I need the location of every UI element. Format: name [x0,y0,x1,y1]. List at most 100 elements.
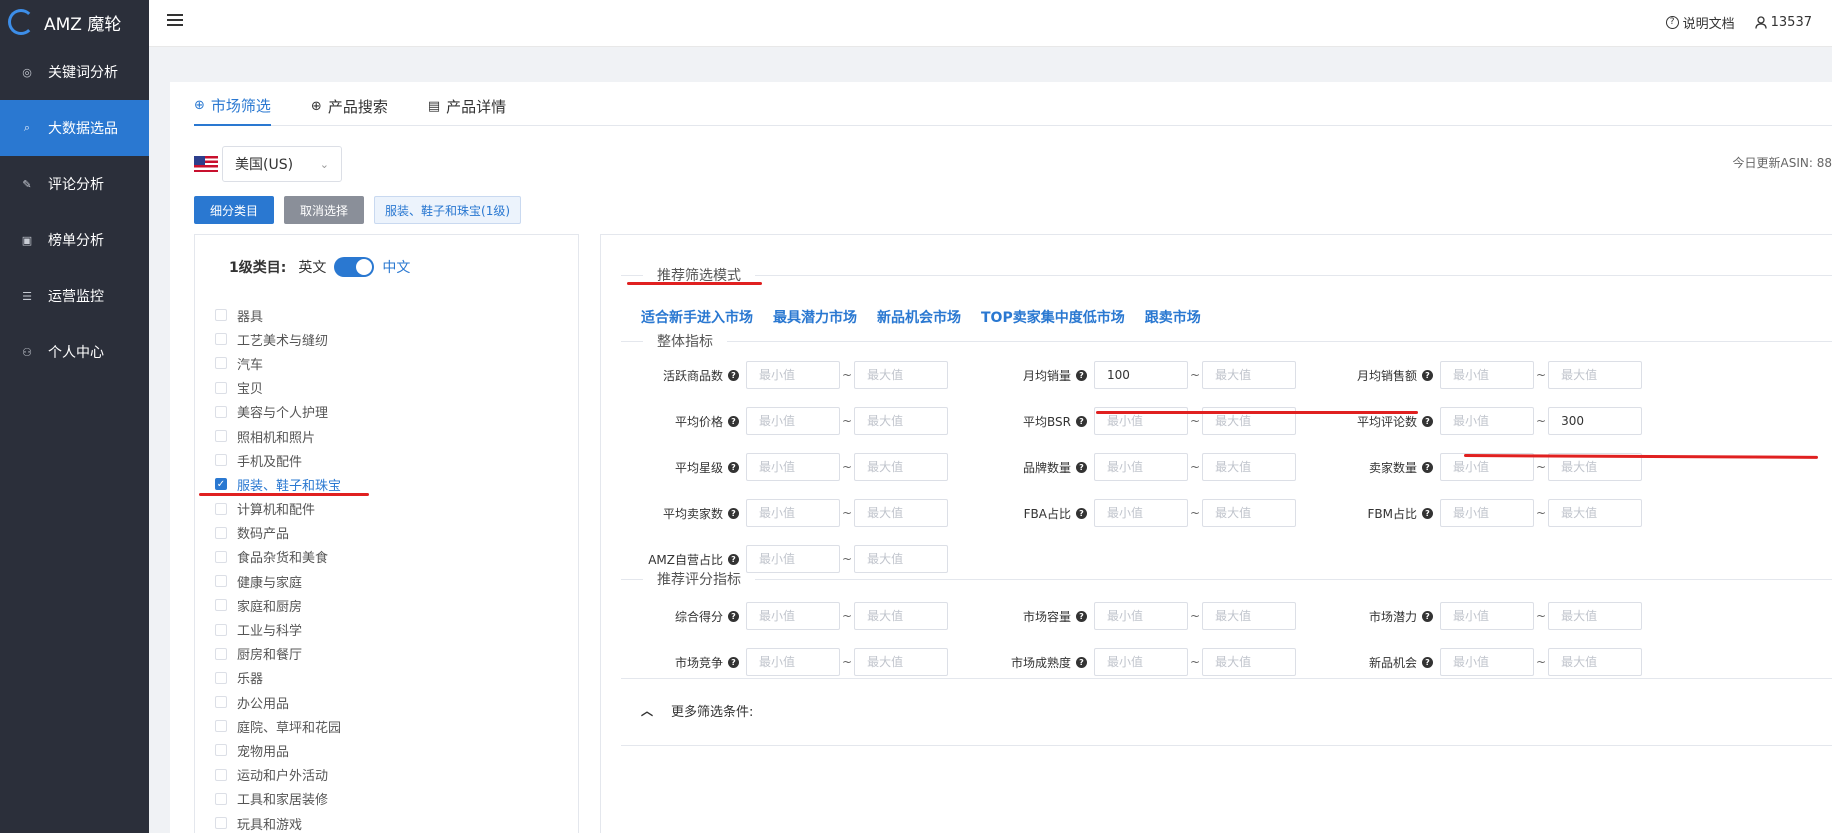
category-item[interactable]: 手机及配件 [215,448,341,472]
category-item[interactable]: 照相机和照片 [215,424,341,448]
min-input[interactable] [1094,648,1188,676]
checkbox[interactable] [215,381,227,394]
category-item[interactable]: 工艺美术与缝纫 [215,327,341,351]
checkbox[interactable] [215,454,227,467]
checkbox[interactable] [215,817,227,830]
checkbox[interactable] [215,696,227,709]
sidebar-item-3[interactable]: ▣ 榜单分析 [0,212,149,268]
help-icon[interactable]: ? [1422,610,1433,622]
recommend-mode-link[interactable]: TOP卖家集中度低市场 [981,307,1125,327]
checkbox[interactable] [215,768,227,781]
help-icon[interactable]: ? [1076,461,1087,473]
category-item[interactable]: 运动和户外活动 [215,763,341,787]
checkbox[interactable] [215,671,227,684]
category-item[interactable]: 数码产品 [215,521,341,545]
category-item[interactable]: 宠物用品 [215,738,341,762]
min-input[interactable] [1094,602,1188,630]
checkbox[interactable] [215,744,227,757]
checkbox[interactable] [215,333,227,346]
category-item[interactable]: 家庭和厨房 [215,593,341,617]
sidebar-item-2[interactable]: ✎ 评论分析 [0,156,149,212]
help-icon[interactable]: ? [728,507,739,519]
help-icon[interactable]: ? [1076,369,1087,381]
checkbox[interactable] [215,309,227,322]
tab-1[interactable]: ⊕ 产品搜索 [311,94,388,126]
min-input[interactable] [1094,361,1188,389]
min-input[interactable] [746,648,840,676]
min-input[interactable] [746,361,840,389]
checkbox[interactable] [215,599,227,612]
checkbox[interactable] [215,623,227,636]
checkbox[interactable] [215,526,227,539]
category-item[interactable]: 工业与科学 [215,617,341,641]
max-input[interactable] [1548,602,1643,630]
help-icon[interactable]: ? [1076,415,1087,427]
checkbox[interactable] [215,550,227,563]
help-icon[interactable]: ? [1422,369,1433,381]
min-input[interactable] [1440,648,1534,676]
max-input[interactable] [1202,499,1297,527]
sidebar-item-4[interactable]: ☰ 运营监控 [0,268,149,324]
category-item[interactable]: 玩具和游戏 [215,811,341,833]
help-icon[interactable]: ? [1422,461,1433,473]
checkbox[interactable] [215,502,227,515]
max-input[interactable] [854,648,949,676]
sidebar-item-0[interactable]: ◎ 关键词分析 [0,44,149,100]
category-item[interactable]: 工具和家居装修 [215,787,341,811]
min-input[interactable] [746,407,840,435]
max-input[interactable] [1202,602,1297,630]
tab-2[interactable]: ▤ 产品详情 [428,94,506,126]
max-input[interactable] [1202,361,1297,389]
help-icon[interactable]: ? [1422,507,1433,519]
help-icon[interactable]: ? [728,656,739,668]
recommend-mode-link[interactable]: 新品机会市场 [877,307,961,327]
sidebar-item-1[interactable]: ⌕ 大数据选品 [0,100,149,156]
min-input[interactable] [1440,602,1534,630]
help-icon[interactable]: ? [1076,656,1087,668]
recommend-mode-link[interactable]: 最具潜力市场 [773,307,857,327]
max-input[interactable] [854,602,949,630]
cancel-selection-button[interactable]: 取消选择 [284,196,365,224]
help-docs-link[interactable]: ? 说明文档 [1665,13,1735,32]
help-icon[interactable]: ? [1422,415,1433,427]
max-input[interactable] [1202,453,1297,481]
tab-0[interactable]: ⊕ 市场筛选 [194,94,271,126]
help-icon[interactable]: ? [728,610,739,622]
category-item[interactable]: 办公用品 [215,690,341,714]
language-toggle[interactable] [334,257,375,277]
selected-category-tag[interactable]: 服装、鞋子和珠宝(1级) [374,196,522,224]
min-input[interactable] [1094,453,1188,481]
category-item[interactable]: 汽车 [215,351,341,375]
country-select[interactable]: 美国(US) ⌄ [222,146,342,182]
recommend-mode-link[interactable]: 跟卖市场 [1145,307,1201,327]
max-input[interactable] [854,453,949,481]
min-input[interactable] [1440,407,1534,435]
category-item[interactable]: 器具 [215,303,341,327]
category-item[interactable]: 健康与家庭 [215,569,341,593]
help-icon[interactable]: ? [1422,656,1433,668]
min-input[interactable] [746,602,840,630]
help-icon[interactable]: ? [728,415,739,427]
checkbox[interactable] [215,720,227,733]
min-input[interactable] [746,499,840,527]
category-item[interactable]: 乐器 [215,666,341,690]
min-input[interactable] [1440,361,1534,389]
max-input[interactable] [1548,648,1643,676]
more-filters-toggle[interactable]: ︿ 更多筛选条件: [641,701,753,720]
min-input[interactable] [1094,499,1188,527]
category-item[interactable]: 厨房和餐厅 [215,642,341,666]
app-logo[interactable]: AMZ 魔轮 [0,0,149,44]
category-item[interactable]: 食品杂货和美食 [215,545,341,569]
category-item[interactable]: 美容与个人护理 [215,400,341,424]
recommend-mode-link[interactable]: 适合新手进入市场 [641,307,753,327]
max-input[interactable] [854,407,949,435]
checkbox[interactable]: ✓ [215,478,227,491]
help-icon[interactable]: ? [1076,610,1087,622]
checkbox[interactable] [215,647,227,660]
help-icon[interactable]: ? [728,369,739,381]
category-item[interactable]: 庭院、草坪和花园 [215,714,341,738]
max-input[interactable] [1548,407,1643,435]
max-input[interactable] [854,361,949,389]
max-input[interactable] [1202,648,1297,676]
max-input[interactable] [854,499,949,527]
